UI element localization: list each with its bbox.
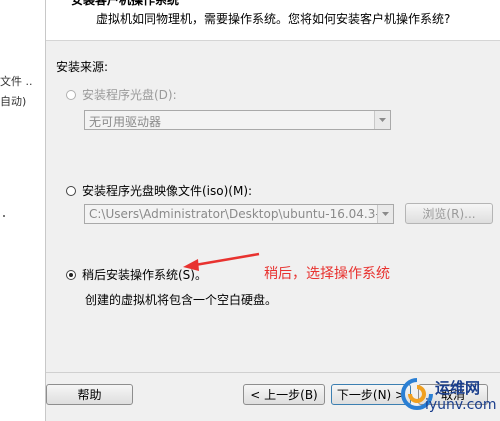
wizard-header: 安装客户机操作系统 虚拟机如同物理机，需要操作系统。您将如何安装客户机操作系统? bbox=[46, 0, 500, 41]
radio-iso-image[interactable]: 安装程序光盘映像文件(iso)(M): bbox=[66, 182, 252, 199]
help-button[interactable]: 帮助 bbox=[46, 384, 133, 405]
drive-select[interactable]: 无可用驱动器 bbox=[84, 110, 391, 130]
background-dot bbox=[3, 215, 5, 217]
watermark: 运维网 iyunv.com bbox=[395, 375, 500, 421]
iso-path-select[interactable]: C:\Users\Administrator\Desktop\ubuntu-16… bbox=[84, 204, 394, 224]
page-description: 虚拟机如同物理机，需要操作系统。您将如何安装客户机操作系统? bbox=[96, 12, 451, 26]
footer-divider bbox=[46, 372, 500, 373]
radio-circle[interactable] bbox=[66, 269, 76, 280]
watermark-name: 运维网 bbox=[435, 379, 481, 397]
background-text-fragment: 文件 .. bbox=[0, 75, 33, 88]
chevron-down-icon[interactable] bbox=[377, 205, 393, 223]
back-button[interactable]: < 上一步(B) bbox=[243, 384, 325, 405]
radio-installer-disc-label: 安装程序光盘(D): bbox=[82, 88, 177, 102]
annotation-text: 稍后，选择操作系统 bbox=[264, 266, 390, 282]
browse-button[interactable]: 浏览(R)... bbox=[405, 203, 493, 224]
radio-circle[interactable] bbox=[66, 185, 76, 196]
watermark-site: iyunv.com bbox=[425, 397, 497, 413]
annotation-arrow-icon bbox=[183, 252, 260, 271]
background-window: 文件 .. 自动) bbox=[0, 0, 45, 421]
install-source-label: 安装来源: bbox=[56, 60, 109, 74]
chevron-down-icon[interactable] bbox=[374, 111, 390, 129]
page-title: 安装客户机操作系统 bbox=[71, 0, 180, 7]
radio-installer-disc[interactable]: 安装程序光盘(D): bbox=[66, 86, 177, 103]
new-vm-wizard-dialog: 安装客户机操作系统 虚拟机如同物理机，需要操作系统。您将如何安装客户机操作系统?… bbox=[45, 0, 500, 421]
radio-iso-image-label: 安装程序光盘映像文件(iso)(M): bbox=[82, 184, 253, 198]
iso-path-value: C:\Users\Administrator\Desktop\ubuntu-16… bbox=[89, 207, 379, 221]
install-later-description: 创建的虚拟机将包含一个空白硬盘。 bbox=[85, 293, 278, 307]
drive-select-value: 无可用驱动器 bbox=[89, 115, 162, 129]
radio-circle[interactable] bbox=[66, 89, 76, 100]
background-text-fragment: 自动) bbox=[0, 95, 27, 108]
